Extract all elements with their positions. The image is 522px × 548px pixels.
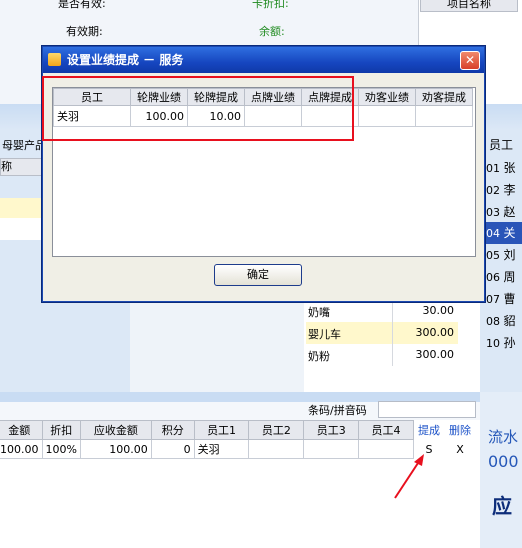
- product-name: 奶粉: [308, 350, 330, 363]
- barcode-input[interactable]: [378, 401, 476, 418]
- col-emp2: 员工2: [248, 420, 305, 440]
- left-panel-title: 母婴产品: [2, 139, 46, 152]
- dialog-title: 设置业绩提成 － 服务: [67, 53, 184, 67]
- employee-item[interactable]: 01 张: [486, 157, 522, 179]
- employee-name: 貂: [503, 314, 516, 328]
- serial-label: 流水: [488, 428, 519, 446]
- employee-item[interactable]: 06 周: [486, 266, 522, 288]
- annotation-arrow-icon: [394, 454, 424, 499]
- cell-adv-perf[interactable]: [358, 105, 416, 127]
- employee-item[interactable]: 08 貂: [486, 310, 522, 332]
- employee-code: 07: [486, 293, 500, 306]
- product-price: 300.00: [415, 348, 455, 361]
- employee-code: 05: [486, 249, 500, 262]
- col-adv-comm: 劝客提成: [415, 88, 473, 106]
- employee-item[interactable]: 03 赵: [486, 201, 522, 223]
- col-emp3: 员工3: [303, 420, 360, 440]
- balance-label: 余额:: [259, 25, 285, 38]
- employee-code: 08: [486, 315, 500, 328]
- employee-name: 孙: [503, 336, 516, 350]
- product-row[interactable]: 奶粉 300.00: [306, 344, 458, 366]
- expiry-label: 有效期:: [66, 25, 103, 38]
- col-delete: 删除: [443, 420, 477, 440]
- dialog-titlebar[interactable]: 设置业绩提成 － 服务 ✕: [43, 47, 484, 73]
- cell-discount: 100%: [41, 439, 81, 459]
- employee-name: 刘: [503, 248, 516, 262]
- cell-adv-comm[interactable]: [415, 105, 473, 127]
- product-divider: [392, 300, 393, 366]
- employee-name: 赵: [503, 205, 516, 219]
- col-points: 积分: [150, 420, 195, 440]
- employee-name: 关: [503, 226, 516, 240]
- due-label: 应: [492, 494, 512, 518]
- employee-code: 02: [486, 184, 500, 197]
- employee-name: 李: [503, 183, 516, 197]
- close-icon[interactable]: ✕: [460, 51, 480, 70]
- employee-code: 03: [486, 206, 500, 219]
- cell-emp1: 关羽: [193, 439, 250, 459]
- cell-emp3: [303, 439, 360, 459]
- col-discount: 折扣: [41, 420, 81, 440]
- employee-header: 员工: [489, 138, 514, 152]
- col-emp1: 员工1: [193, 420, 250, 440]
- left-col-header: 称: [0, 158, 46, 176]
- left-white-row: [0, 218, 44, 240]
- employee-item[interactable]: 10 孙: [486, 332, 522, 354]
- barcode-label: 条码/拼音码: [308, 404, 367, 417]
- employee-item[interactable]: 02 李: [486, 179, 522, 201]
- employee-code: 10: [486, 337, 500, 350]
- product-name: 婴儿车: [308, 328, 341, 341]
- product-name: 奶嘴: [308, 306, 330, 319]
- cell-amount: 100.00: [0, 439, 43, 459]
- employee-item[interactable]: 07 曹: [486, 288, 522, 310]
- employee-code: 06: [486, 271, 500, 284]
- card-discount-label: 卡折扣:: [252, 0, 289, 10]
- left-stripe-row: [0, 198, 44, 218]
- item-name-header: 项目名称: [420, 0, 518, 12]
- cell-emp2: [248, 439, 305, 459]
- col-emp4: 员工4: [358, 420, 414, 440]
- product-price: 30.00: [422, 304, 455, 317]
- employee-item[interactable]: 05 刘: [486, 244, 522, 266]
- col-amount: 金额: [0, 420, 43, 440]
- valid-label: 是否有效:: [58, 0, 106, 10]
- employee-code: 04: [486, 227, 500, 240]
- employee-name: 张: [503, 161, 516, 175]
- ok-button[interactable]: 确定: [214, 264, 302, 286]
- app-icon: [48, 53, 61, 66]
- employee-code: 01: [486, 162, 500, 175]
- product-row[interactable]: 婴儿车 300.00: [306, 322, 458, 344]
- highlight-box: [42, 76, 354, 141]
- cell-receivable: 100.00: [79, 439, 152, 459]
- employee-name: 周: [503, 270, 516, 284]
- product-row[interactable]: 奶嘴 30.00: [306, 300, 458, 322]
- serial-value: 000: [488, 452, 519, 471]
- employee-item-selected[interactable]: 04 关: [486, 222, 522, 244]
- product-price: 300.00: [415, 326, 455, 339]
- col-receivable: 应收金额: [79, 420, 152, 440]
- col-adv-perf: 劝客业绩: [358, 88, 416, 106]
- delete-button[interactable]: X: [443, 439, 477, 459]
- col-commission: 提成: [412, 420, 445, 440]
- cell-points: 0: [150, 439, 195, 459]
- employee-name: 曹: [503, 292, 516, 306]
